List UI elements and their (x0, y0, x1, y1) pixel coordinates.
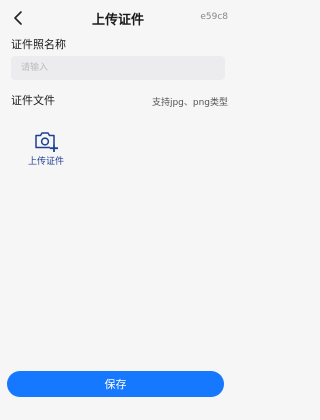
upload-certificate-page: 上传证件 e59c8 证件照名称 证件文件 支持jpg、png类型 上传证件 保… (0, 0, 236, 420)
file-type-hint: 支持jpg、png类型 (151, 98, 228, 108)
certificate-name-input[interactable] (11, 56, 225, 80)
upload-certificate-label: 上传证件 (27, 157, 64, 167)
upload-certificate-button[interactable]: 上传证件 (22, 130, 70, 170)
page-code: e59c8 (200, 12, 228, 22)
certificate-name-label: 证件照名称 (11, 38, 66, 51)
certificate-file-label: 证件文件 (11, 94, 55, 107)
camera-plus-icon (35, 132, 58, 152)
save-button[interactable]: 保存 (7, 371, 224, 397)
navigation-bar: 上传证件 e59c8 (0, 0, 236, 36)
